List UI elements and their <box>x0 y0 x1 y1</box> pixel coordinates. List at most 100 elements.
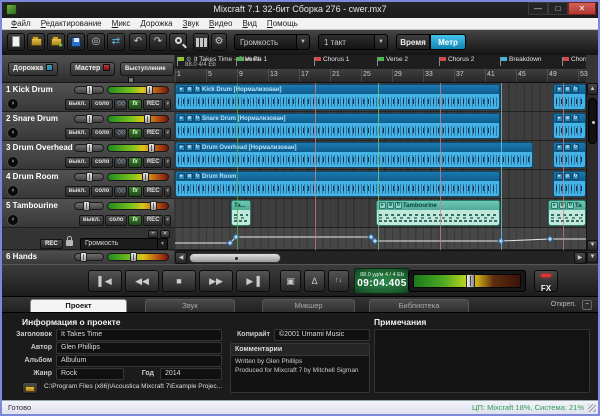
solo-button[interactable]: соло <box>91 186 113 197</box>
track-row[interactable]: 5 Tambourine ◗ выкл. соло fx REC ▾ <box>2 199 174 228</box>
automation-button[interactable]: ◇◇ <box>114 99 127 110</box>
project-folder-button[interactable] <box>22 382 38 394</box>
mute-button[interactable]: выкл. <box>79 215 104 226</box>
open-project-button[interactable] <box>27 33 45 51</box>
title-field[interactable]: It Takes Time <box>56 329 222 341</box>
volume-slider[interactable] <box>107 173 169 181</box>
marker-row[interactable]: ⚙ It Takes Time - Glen Ph 88.0 4/4 Eb Ve… <box>175 55 586 69</box>
add-automation-button[interactable]: + <box>148 230 158 238</box>
import-audio-button[interactable]: ▸ <box>47 33 65 51</box>
record-arm-button[interactable]: REC <box>143 215 164 226</box>
volume-slider[interactable] <box>107 144 169 152</box>
audio-clip[interactable]: ▸⊘↻Tambourine <box>376 200 500 226</box>
scroll-up-icon[interactable]: ▲ <box>587 83 598 95</box>
copyright-field[interactable]: ©2001 Umami Music <box>274 329 370 341</box>
clip-loop-icon[interactable]: ↻ <box>567 202 574 209</box>
track-menu-button[interactable]: ▾ <box>164 215 171 226</box>
clip-mute-icon[interactable]: ⊘ <box>564 173 571 180</box>
scroll-down-page-icon[interactable]: ▼ <box>587 252 598 263</box>
clip-mute-icon[interactable]: ⊘ <box>186 144 193 151</box>
track-menu-button[interactable]: ▾ <box>164 128 171 139</box>
loop-mode-button[interactable]: ▣ <box>280 270 301 292</box>
tab-mixer[interactable]: Микшер <box>262 299 355 312</box>
record-arm-button[interactable]: REC <box>143 99 164 110</box>
clip-mute-icon[interactable]: ⊘ <box>564 86 571 93</box>
menu-mix[interactable]: Микс <box>107 18 136 29</box>
automation-button[interactable]: ◇◇ <box>114 157 127 168</box>
comments-box[interactable]: Комментарии Written by Glen Phillips Pro… <box>230 343 370 393</box>
master-volume-handle[interactable] <box>466 274 475 288</box>
marker-flag-icon[interactable] <box>563 57 569 61</box>
mixdown-button[interactable]: ⇄ <box>107 33 125 51</box>
go-to-start-button[interactable]: ▌◀ <box>88 270 122 292</box>
track-menu-button[interactable]: ▾ <box>164 186 171 197</box>
clip-play-icon[interactable]: ▸ <box>178 86 185 93</box>
mute-button[interactable]: выкл. <box>65 186 90 197</box>
fast-forward-button[interactable]: ▶▶ <box>199 270 233 292</box>
audio-clip[interactable]: ▸⊘↻Kick Drum [Нормализован] <box>175 84 500 110</box>
lock-icon[interactable] <box>66 240 73 246</box>
menu-video[interactable]: Видео <box>204 18 237 29</box>
tab-project[interactable]: Проект <box>30 299 127 312</box>
master-track-button[interactable]: Мастер <box>70 62 115 76</box>
audio-clip[interactable]: ▸⊘↻Drum Room <box>175 171 500 197</box>
envelope-node[interactable] <box>547 236 553 242</box>
master-volume-slider[interactable] <box>408 270 526 292</box>
audio-clip[interactable]: ▸⊘↻ <box>553 142 586 168</box>
clip-loop-icon[interactable]: ↻ <box>194 115 201 122</box>
scroll-left-icon[interactable]: ◀ <box>175 252 187 264</box>
scrollbar-thumb[interactable] <box>189 253 281 263</box>
clip-mute-icon[interactable]: ⊘ <box>186 173 193 180</box>
menu-edit[interactable]: Редактирование <box>36 18 107 29</box>
remove-automation-button[interactable]: ✕ <box>160 230 170 238</box>
minimize-button[interactable]: — <box>528 2 548 15</box>
clip-mute-icon[interactable]: ⊘ <box>564 115 571 122</box>
fx-button[interactable]: fx <box>128 128 141 139</box>
pan-slider[interactable] <box>74 144 104 152</box>
clip-loop-icon[interactable]: ↻ <box>395 202 402 209</box>
year-field[interactable]: 2014 <box>160 368 222 380</box>
clip-play-icon[interactable]: ▸ <box>556 173 563 180</box>
pan-slider[interactable] <box>74 115 104 123</box>
audio-clip[interactable]: ▸⊘↻Ta <box>548 200 586 226</box>
solo-button[interactable]: соло <box>91 157 113 168</box>
track-row[interactable]: 4 Drum Room ◗ выкл. соло ◇◇ fx REC ▾ <box>2 170 174 199</box>
new-project-button[interactable] <box>7 33 25 51</box>
zoom-button[interactable] <box>169 33 187 51</box>
rewind-button[interactable]: ◀◀ <box>125 270 159 292</box>
panel-minimize-button[interactable]: − <box>582 300 592 310</box>
clip-play-icon[interactable]: ▸ <box>556 86 563 93</box>
time-mode-button[interactable]: Время <box>396 34 430 50</box>
notes-textarea[interactable] <box>374 329 590 393</box>
marker-flag-icon[interactable] <box>237 57 243 61</box>
clip-play-icon[interactable]: ▸ <box>551 202 558 209</box>
time-ruler[interactable]: 1 5 9 13 17 21 25 29 33 37 41 45 49 53 <box>175 69 586 83</box>
menu-view[interactable]: Вид <box>237 18 261 29</box>
master-fx-button[interactable]: FX <box>534 270 558 292</box>
marker-flag-icon[interactable] <box>315 57 321 61</box>
fx-button[interactable]: fx <box>128 99 141 110</box>
redo-button[interactable]: ↷ <box>149 33 167 51</box>
clip-play-icon[interactable]: ▸ <box>556 144 563 151</box>
track-row[interactable]: 6 Hands <box>2 251 174 264</box>
io-levels-button[interactable]: ↑↓ <box>328 270 349 292</box>
clip-play-icon[interactable]: ▸ <box>178 173 185 180</box>
menu-help[interactable]: Помощь <box>262 18 303 29</box>
clip-play-icon[interactable]: ▸ <box>178 144 185 151</box>
volume-slider[interactable] <box>107 86 169 94</box>
pan-slider[interactable] <box>74 86 104 94</box>
master-bus-button[interactable] <box>193 33 209 51</box>
clip-loop-icon[interactable]: ↻ <box>194 144 201 151</box>
menu-sound[interactable]: Звук <box>178 18 204 29</box>
mute-button[interactable]: выкл. <box>65 157 90 168</box>
menu-file[interactable]: Файл <box>6 18 36 29</box>
clip-mute-icon[interactable]: ⊘ <box>564 144 571 151</box>
fx-button[interactable]: fx <box>128 186 141 197</box>
maximize-button[interactable]: □ <box>548 2 568 15</box>
audio-clip[interactable]: Ta... <box>231 200 251 226</box>
track-row[interactable]: 1 Kick Drum ◗ выкл. соло ◇◇ fx REC ▾ <box>2 83 174 112</box>
track-menu-button[interactable]: ▾ <box>164 99 171 110</box>
resize-grip[interactable] <box>588 404 596 412</box>
automation-param-dropdown[interactable]: Громкость▼ <box>80 238 168 250</box>
marker-flag-icon[interactable] <box>501 57 507 61</box>
